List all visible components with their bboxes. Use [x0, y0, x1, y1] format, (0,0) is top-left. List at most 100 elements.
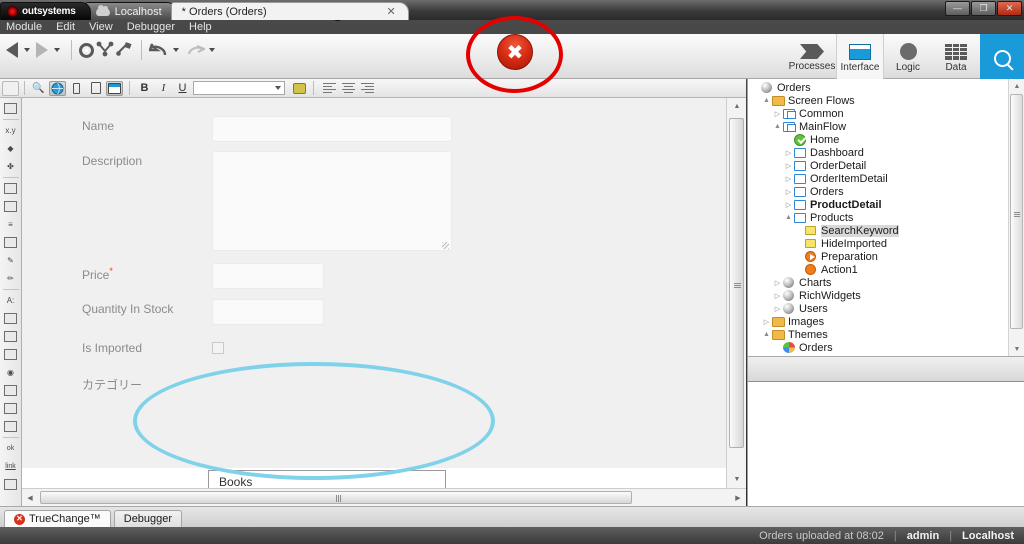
link-record-icon[interactable] [2, 418, 20, 435]
tree-node-richwidgets[interactable]: ▷ RichWidgets [748, 289, 1008, 302]
globe-icon[interactable] [49, 80, 66, 96]
properties-splitter[interactable] [747, 356, 1024, 382]
menu-module[interactable]: Module [6, 21, 42, 33]
tree-expander-icon[interactable]: ▷ [772, 110, 783, 118]
tab-debugger[interactable]: Debugger [113, 510, 183, 527]
tab-truechange[interactable]: ✕ TrueChange™ [4, 510, 111, 527]
tree-expander-icon[interactable]: ▷ [783, 149, 794, 157]
tree-node-orders[interactable]: Orders [748, 341, 1008, 354]
italic-button[interactable]: I [155, 81, 172, 96]
tree-expander-icon[interactable]: ▲ [761, 97, 772, 104]
tree-node-searchkeyword[interactable]: SearchKeyword [748, 224, 1008, 237]
quantity-in-stock-input[interactable] [212, 299, 324, 325]
edit-record-icon[interactable] [2, 234, 20, 251]
price-input[interactable] [212, 263, 324, 289]
tree-node-orders[interactable]: Orders [748, 81, 1008, 94]
mode-processes[interactable]: Processes [788, 34, 836, 79]
menu-edit[interactable]: Edit [56, 21, 75, 33]
tab-orders-module[interactable]: * Orders (Orders) ✕ [170, 2, 409, 20]
tree-expander-icon[interactable]: ▷ [761, 318, 772, 326]
align-left-icon[interactable] [321, 81, 338, 96]
keyboard-icon[interactable] [293, 82, 306, 94]
window-close-button[interactable]: ✕ [997, 1, 1022, 16]
form-record-icon[interactable] [2, 400, 20, 417]
description-textarea[interactable] [212, 151, 452, 251]
radio-icon[interactable]: ◉ [2, 364, 20, 381]
tree-node-products[interactable]: ▲ Products [748, 211, 1008, 224]
canvas-vertical-scrollbar[interactable]: ▲ ▼ [726, 98, 746, 488]
phone-icon[interactable] [68, 81, 85, 96]
widget-icon[interactable]: ✤ [2, 158, 20, 175]
bold-button[interactable]: B [136, 81, 153, 96]
maximize-button[interactable]: ❐ [971, 1, 996, 16]
tree-node-screen-flows[interactable]: ▲ Screen Flows [748, 94, 1008, 107]
menu-debugger[interactable]: Debugger [127, 21, 175, 33]
container-icon[interactable] [2, 180, 20, 197]
table-icon[interactable] [2, 100, 20, 117]
magnifier-icon[interactable]: 🔍 [30, 81, 47, 96]
is-imported-checkbox[interactable] [212, 342, 224, 354]
redo-icon[interactable] [185, 41, 207, 59]
checkbox-icon[interactable] [2, 346, 20, 363]
canvas-horizontal-scrollbar[interactable]: ◀ ▶ [22, 488, 746, 506]
outsystems-brand-tab[interactable]: outsystems [0, 2, 91, 20]
minimize-button[interactable]: — [945, 1, 970, 16]
tree-expander-icon[interactable]: ▷ [783, 175, 794, 183]
undo-icon[interactable] [148, 41, 167, 59]
image-icon[interactable] [2, 476, 20, 493]
textbox-icon[interactable] [2, 310, 20, 327]
tree-node-hideimported[interactable]: HideImported [748, 237, 1008, 250]
tree-node-charts[interactable]: ▷ Charts [748, 276, 1008, 289]
mode-logic[interactable]: Logic [884, 34, 932, 79]
publish-icon[interactable] [116, 41, 134, 59]
vertical-scroll-thumb[interactable] [729, 118, 744, 448]
mode-data[interactable]: Data [932, 34, 980, 79]
tree-node-mainflow[interactable]: ▲ MainFlow [748, 120, 1008, 133]
back-dropdown-icon[interactable] [24, 48, 30, 52]
tree-scroll-thumb[interactable] [1010, 94, 1023, 329]
scroll-left-icon[interactable]: ◀ [22, 489, 38, 506]
tree-expander-icon[interactable]: ▷ [772, 279, 783, 287]
tree-expander-icon[interactable]: ▷ [772, 292, 783, 300]
horizontal-scroll-thumb[interactable] [40, 491, 632, 504]
scroll-up-icon[interactable]: ▲ [727, 98, 747, 115]
tree-expander-icon[interactable]: ▲ [772, 123, 783, 130]
search-button[interactable] [980, 34, 1024, 79]
expression-icon[interactable]: x.y [2, 122, 20, 139]
menu-help[interactable]: Help [189, 21, 212, 33]
tree-node-home[interactable]: Home [748, 133, 1008, 146]
entity-icon[interactable]: ◆ [2, 140, 20, 157]
tree-scroll-down-icon[interactable]: ▼ [1009, 342, 1024, 356]
tree-node-orderdetail[interactable]: ▷ OrderDetail [748, 159, 1008, 172]
underline-button[interactable]: U [174, 81, 191, 96]
style-select[interactable] [193, 81, 285, 95]
tree-expander-icon[interactable]: ▷ [772, 305, 783, 313]
tree-expander-icon[interactable]: ▲ [783, 214, 794, 221]
list-icon[interactable] [2, 198, 20, 215]
name-input[interactable] [212, 116, 452, 142]
tree-node-users[interactable]: ▷ Users [748, 302, 1008, 315]
tree-node-preparation[interactable]: Preparation [748, 250, 1008, 263]
tree-expander-icon[interactable]: ▲ [761, 331, 772, 338]
tree-node-common[interactable]: ▷ Common [748, 107, 1008, 120]
tree-node-themes[interactable]: ▲ Themes [748, 328, 1008, 341]
button-icon[interactable]: ok [2, 440, 20, 457]
tree-node-orders[interactable]: ▷ Orders [748, 185, 1008, 198]
undo-dropdown-icon[interactable] [173, 48, 179, 52]
form-icon[interactable] [2, 382, 20, 399]
tree-expander-icon[interactable]: ▷ [783, 162, 794, 170]
redo-dropdown-icon[interactable] [209, 48, 215, 52]
gear-icon[interactable] [79, 42, 94, 58]
tablet-icon[interactable] [87, 81, 104, 96]
mode-interface[interactable]: Interface [836, 34, 884, 79]
tree-node-dashboard[interactable]: ▷ Dashboard [748, 146, 1008, 159]
align-right-icon[interactable] [359, 81, 376, 96]
category-select-box[interactable]: Books [208, 470, 446, 488]
brush-icon[interactable]: ✏ [2, 270, 20, 287]
label-icon[interactable]: A: [2, 292, 20, 309]
align-center-icon[interactable] [340, 81, 357, 96]
tree-node-orderitemdetail[interactable]: ▷ OrderItemDetail [748, 172, 1008, 185]
tree-node-action1[interactable]: Action1 [748, 263, 1008, 276]
pencil-icon[interactable]: ✎ [2, 252, 20, 269]
scroll-down-icon[interactable]: ▼ [727, 471, 747, 488]
